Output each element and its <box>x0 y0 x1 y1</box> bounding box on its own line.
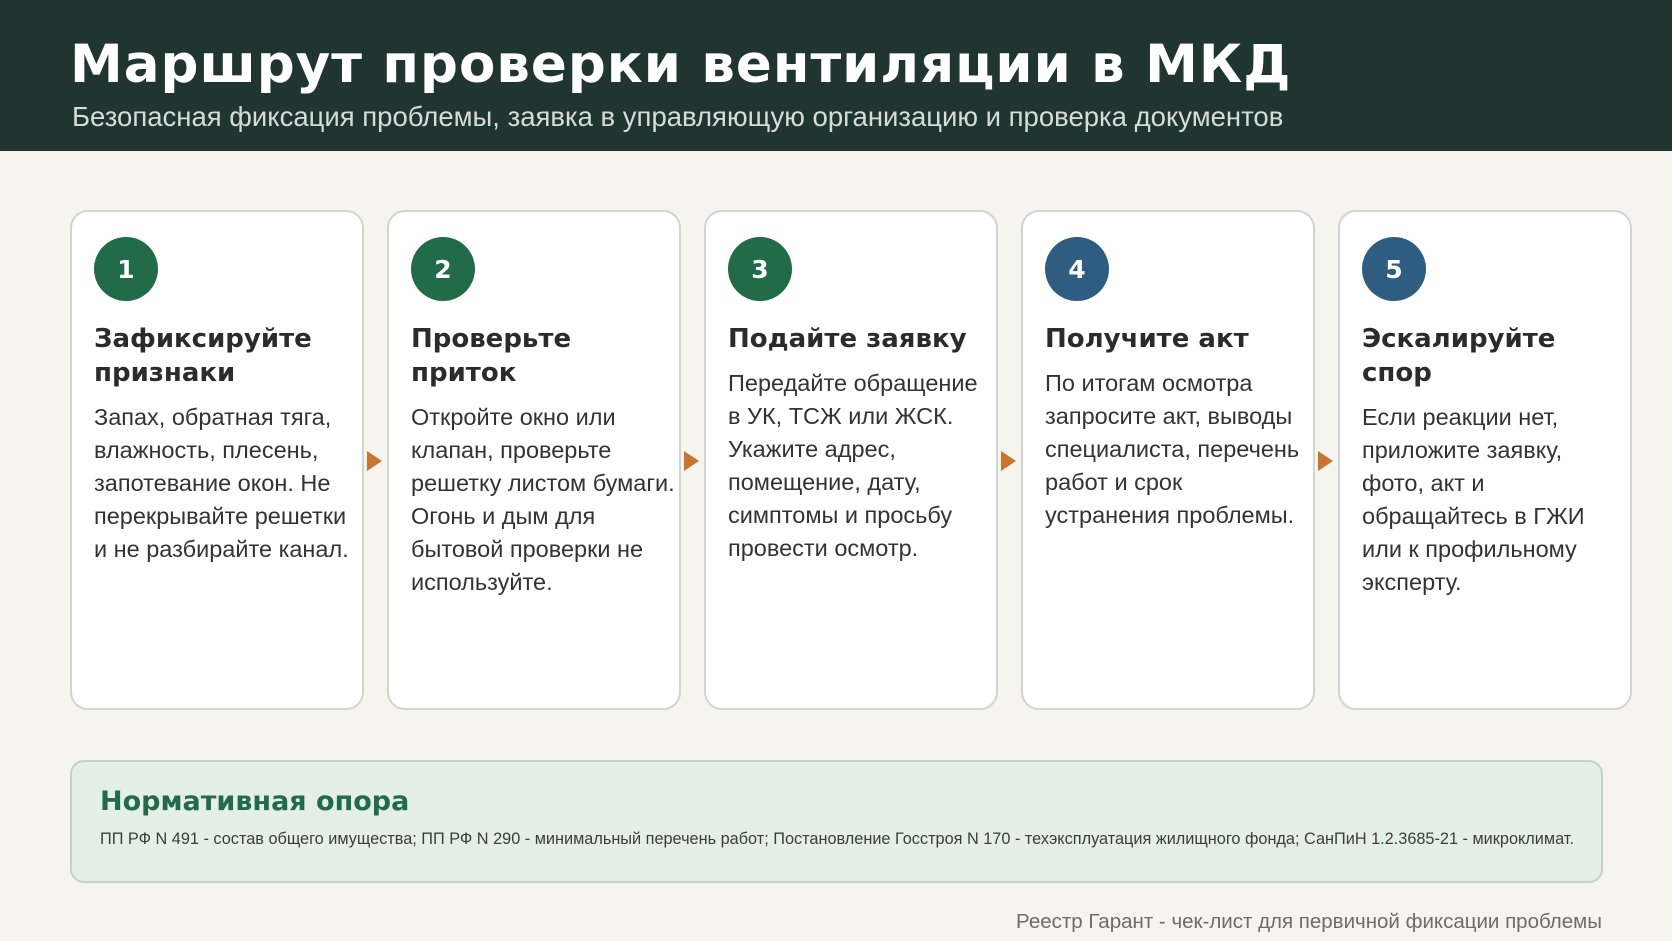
flow-arrow-icon <box>684 451 699 471</box>
step-number-badge: 3 <box>728 237 792 301</box>
flow-arrow-icon <box>1001 451 1016 471</box>
step-description: Запах, обратная тяга, влажность, плесень… <box>94 404 349 562</box>
step-card-5: 5 Эскалируйте спор Если реакции нет, при… <box>1338 210 1632 710</box>
step-description: Если реакции нет, приложите заявку, фото… <box>1362 404 1585 595</box>
step-number-badge: 1 <box>94 237 158 301</box>
step-description: По итогам осмотра запросите акт, выводы … <box>1045 370 1300 528</box>
regulatory-basis-text: ПП РФ N 491 - состав общего имущества; П… <box>100 830 1574 848</box>
footer-caption: Реестр Гарант - чек-лист для первичной ф… <box>1016 910 1602 933</box>
header-banner: Маршрут проверки вентиляции в МКД Безопа… <box>0 0 1672 151</box>
step-description: Передайте обращение в УК, ТСЖ или ЖСК. У… <box>728 370 978 561</box>
step-title: Зафиксируйте признаки <box>94 324 312 388</box>
flow-arrow-icon <box>1318 451 1333 471</box>
step-card-1: 1 Зафиксируйте признаки Запах, обратная … <box>70 210 364 710</box>
step-description: Откройте окно или клапан, проверьте реше… <box>411 404 675 595</box>
step-number-badge: 2 <box>411 237 475 301</box>
regulatory-basis-title: Нормативная опора <box>100 786 410 817</box>
step-card-4: 4 Получите акт По итогам осмотра запроси… <box>1021 210 1315 710</box>
step-title: Получите акт <box>1045 324 1249 354</box>
step-title: Проверьте приток <box>411 324 572 388</box>
step-number-badge: 4 <box>1045 237 1109 301</box>
step-card-3: 3 Подайте заявку Передайте обращение в У… <box>704 210 998 710</box>
flow-arrow-icon <box>367 451 382 471</box>
step-title: Подайте заявку <box>728 324 967 354</box>
regulatory-basis-panel: Нормативная опора ПП РФ N 491 - состав о… <box>70 760 1603 883</box>
page-title: Маршрут проверки вентиляции в МКД <box>70 34 1292 95</box>
page-subtitle: Безопасная фиксация проблемы, заявка в у… <box>72 101 1284 132</box>
step-number-badge: 5 <box>1362 237 1426 301</box>
step-title: Эскалируйте спор <box>1362 324 1556 388</box>
step-card-2: 2 Проверьте приток Откройте окно или кла… <box>387 210 681 710</box>
